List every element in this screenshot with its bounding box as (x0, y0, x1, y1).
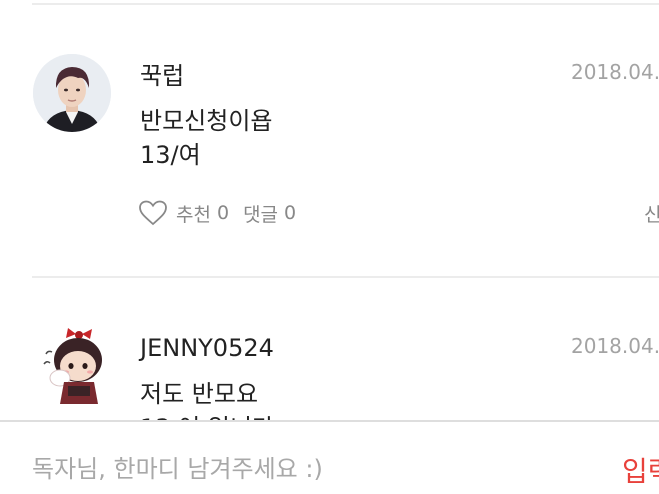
top-divider (32, 3, 659, 5)
user-photo-avatar-icon (33, 54, 111, 132)
cartoon-character-avatar-icon (43, 328, 102, 404)
comment-date: 2018.04. (571, 334, 659, 358)
comment-text-line-2: 13/여 (140, 141, 201, 169)
heart-icon[interactable] (138, 199, 168, 227)
comment-author[interactable]: 꾹럽 (140, 56, 184, 91)
like-label[interactable]: 추천 (176, 200, 211, 227)
submit-button[interactable]: 입력 (622, 450, 659, 490)
user-avatar[interactable] (33, 54, 111, 132)
comment-input[interactable] (32, 452, 592, 486)
reply-count: 0 (284, 202, 297, 224)
like-count: 0 (216, 202, 230, 224)
comment-actions: 추천 0 댓글 0 (138, 198, 296, 228)
comment-input-bar: 입력 (0, 420, 659, 494)
user-avatar[interactable] (38, 326, 112, 408)
comment-date: 2018.04. (571, 60, 659, 84)
report-link[interactable]: 신 (644, 200, 659, 227)
comment-text-line-1: 반모신청이욥 (140, 107, 273, 135)
comment-text-line-1: 저도 반모요 (140, 380, 259, 408)
comment-author[interactable]: JENNY0524 (140, 334, 274, 362)
comment-divider (32, 276, 659, 278)
reply-label[interactable]: 댓글 (243, 200, 278, 227)
